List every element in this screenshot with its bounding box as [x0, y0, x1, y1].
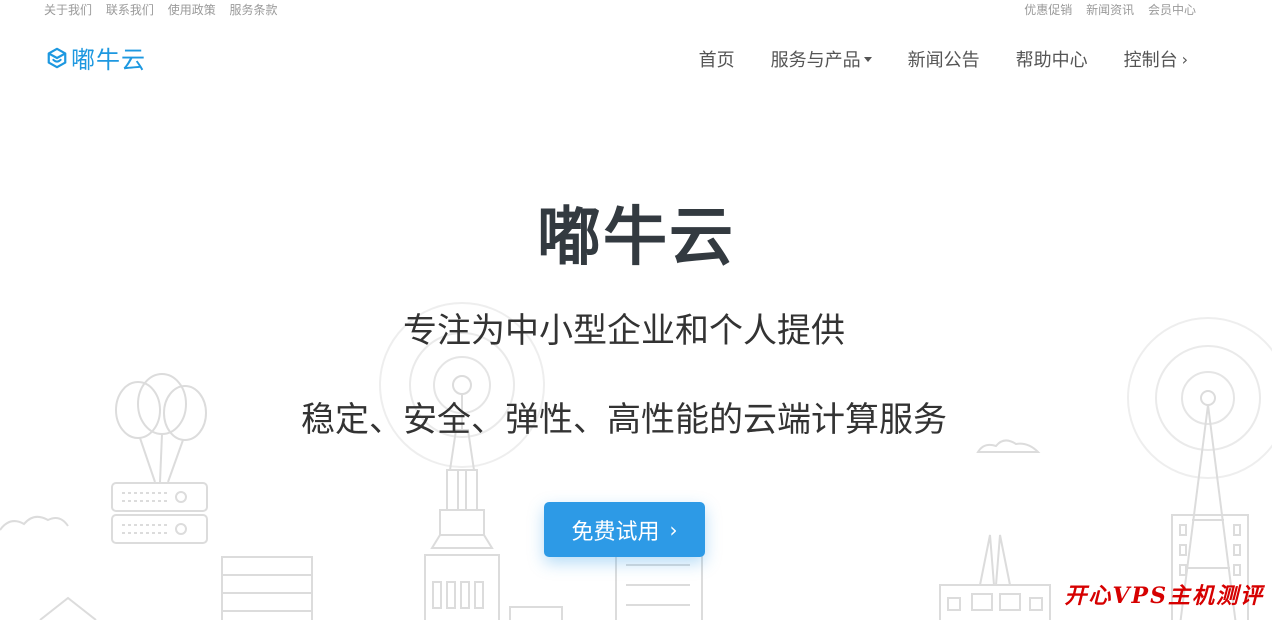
nav-item-services-products[interactable]: 服务与产品 — [771, 46, 872, 72]
news-link[interactable]: 新闻资讯 — [1086, 3, 1134, 17]
hero-subtitle-line1: 专注为中小型企业和个人提供 — [403, 311, 845, 351]
nav-item-label: 首页 — [698, 50, 735, 71]
nav-item-console[interactable]: 控制台 › — [1124, 46, 1188, 72]
usage-policy-link[interactable]: 使用政策 — [168, 3, 216, 17]
nav-item-announcements[interactable]: 新闻公告 — [908, 46, 980, 72]
top-right-links: 优惠促销 新闻资讯 会员中心 — [1014, 1, 1196, 18]
chevron-right-icon: › — [669, 517, 678, 542]
contact-us-link[interactable]: 联系我们 — [106, 3, 154, 17]
nav-item-label: 帮助中心 — [1015, 50, 1088, 71]
main-navbar: 嘟牛云 首页 服务与产品 新闻公告 帮助中心 控制台 › — [0, 30, 1272, 86]
free-trial-label: 免费试用 — [571, 519, 660, 545]
nav-item-label: 服务与产品 — [770, 50, 861, 71]
caret-down-icon — [863, 56, 872, 62]
top-left-links: 关于我们 联系我们 使用政策 服务条款 — [44, 1, 288, 18]
hero-title: 嘟牛云 — [537, 201, 735, 275]
promotions-link[interactable]: 优惠促销 — [1024, 3, 1072, 17]
nav-item-label: 新闻公告 — [907, 50, 980, 71]
watermark-text: 开心VPS主机测评 — [1064, 583, 1264, 609]
site-logo[interactable]: 嘟牛云 — [46, 40, 146, 75]
nav-item-home[interactable]: 首页 — [699, 46, 735, 72]
chevron-right-icon: › — [1181, 49, 1188, 69]
free-trial-button[interactable]: 免费试用 › — [544, 502, 705, 557]
logo-text: 嘟牛云 — [71, 46, 146, 74]
nav-item-label: 控制台 — [1123, 50, 1178, 71]
top-utility-bar: 关于我们 联系我们 使用政策 服务条款 优惠促销 新闻资讯 会员中心 — [0, 0, 1272, 18]
cube-logo-icon — [47, 47, 67, 68]
about-us-link[interactable]: 关于我们 — [44, 3, 92, 17]
terms-of-service-link[interactable]: 服务条款 — [230, 3, 278, 17]
nav-item-help-center[interactable]: 帮助中心 — [1016, 46, 1088, 72]
nav-menu: 首页 服务与产品 新闻公告 帮助中心 控制台 › — [663, 46, 1188, 72]
member-center-link[interactable]: 会员中心 — [1148, 3, 1196, 17]
hero-subtitle-line2: 稳定、安全、弹性、高性能的云端计算服务 — [301, 400, 947, 440]
